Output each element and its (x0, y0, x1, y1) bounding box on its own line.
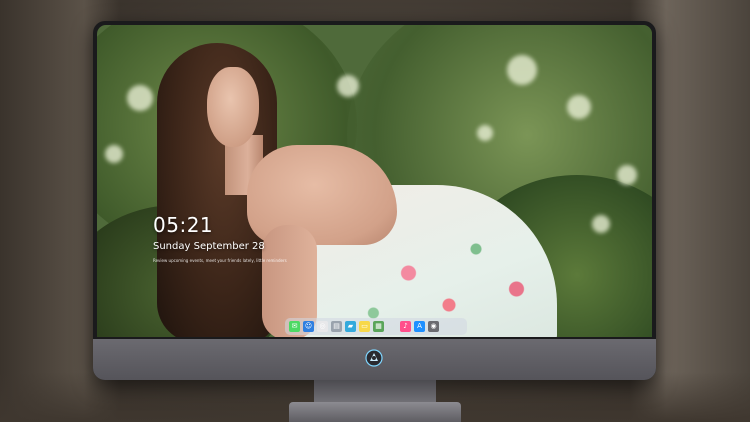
monitor-stand-base (289, 402, 461, 422)
bokeh-light (592, 215, 610, 233)
brand-logo-icon (365, 349, 383, 367)
dock: ✉ ☺ ◎ ▤ ▰ ▭ ▦ ♪ A ◉ (285, 318, 467, 335)
notes-icon[interactable]: ▭ (359, 321, 370, 332)
bokeh-light (105, 145, 123, 163)
bokeh-light (337, 75, 359, 97)
files-icon[interactable]: ▤ (331, 321, 342, 332)
lock-screen[interactable]: 05:21 Sunday September 28 Review upcomin… (97, 25, 652, 337)
bokeh-light (567, 95, 591, 119)
music-icon[interactable]: ♪ (400, 321, 411, 332)
bokeh-light (127, 85, 153, 111)
lock-notice: Review upcoming events, meet your friend… (153, 258, 287, 263)
gallery-icon[interactable]: ▦ (373, 321, 384, 332)
bokeh-light (507, 55, 537, 85)
safari-icon[interactable]: ◎ (317, 321, 328, 332)
monitor-chin (93, 339, 656, 380)
bokeh-light (477, 125, 493, 141)
lock-date: Sunday September 28 (153, 241, 265, 252)
subject-face (207, 67, 259, 147)
finder-icon[interactable]: ☺ (303, 321, 314, 332)
lock-clock: 05:21 (153, 213, 214, 237)
camera-icon[interactable]: ◉ (428, 321, 439, 332)
app-store-icon[interactable]: A (414, 321, 425, 332)
monitor: 05:21 Sunday September 28 Review upcomin… (93, 21, 656, 380)
bokeh-light (617, 165, 637, 185)
photos-icon[interactable]: ▰ (345, 321, 356, 332)
messages-icon[interactable]: ✉ (289, 321, 300, 332)
